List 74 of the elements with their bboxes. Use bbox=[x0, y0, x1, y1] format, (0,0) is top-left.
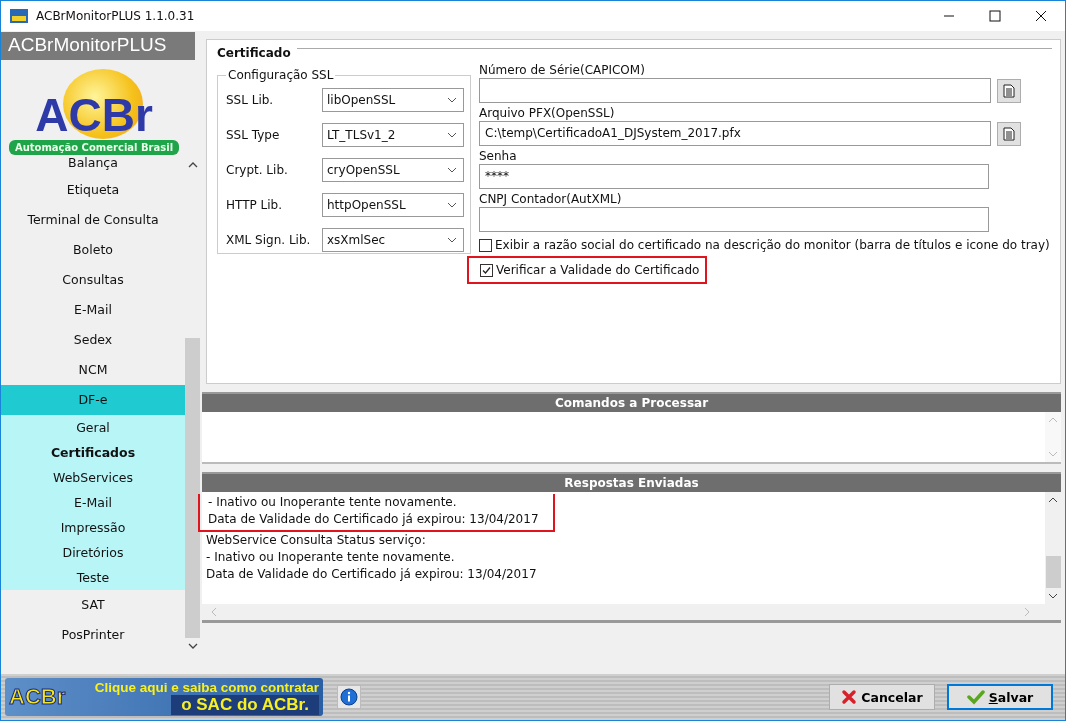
checkbox-label: Verificar a Validade do Certificado bbox=[496, 263, 700, 277]
field-label: HTTP Lib. bbox=[226, 197, 282, 212]
text-field[interactable]: C:\temp\CertificadoA1_DJSystem_2017.pfx bbox=[479, 121, 991, 146]
field-label: SSL Type bbox=[226, 127, 280, 142]
section-title: Certificado bbox=[217, 46, 291, 60]
response-line: - Inativo ou Inoperante tente novamente. bbox=[206, 549, 456, 566]
checkbox[interactable] bbox=[480, 263, 493, 277]
cancel-button[interactable]: Cancelar bbox=[829, 684, 935, 710]
dropdown[interactable]: cryOpenSSL bbox=[322, 157, 464, 182]
field-label: XML Sign. Lib. bbox=[226, 232, 311, 247]
sidebar-item[interactable]: Consultas bbox=[1, 265, 185, 295]
text-field[interactable]: **** bbox=[479, 164, 989, 189]
browse-button[interactable] bbox=[997, 78, 1021, 103]
app-header: ACBrMonitorPLUS bbox=[1, 32, 195, 60]
section-header: Respostas Enviadas bbox=[202, 472, 1061, 492]
sidebar-subitem[interactable]: WebServices bbox=[1, 465, 185, 490]
sidebar-item[interactable]: Terminal de Consulta bbox=[1, 205, 185, 235]
checkbox[interactable] bbox=[479, 238, 492, 252]
sidebar-item[interactable]: NCM bbox=[1, 355, 185, 385]
app-icon bbox=[10, 9, 28, 23]
document-icon bbox=[1003, 126, 1015, 141]
response-line: Data de Validade do Certificado já expirou: 13/04/2017 bbox=[206, 566, 538, 583]
sidebar-item[interactable]: PosPrinter bbox=[1, 620, 185, 650]
field-label: Arquivo PFX(OpenSSL) bbox=[479, 105, 616, 121]
checkbox-label: Exibir a razão social do certificado na descrição do monitor (barra de títulos e icone do tray) bbox=[495, 238, 1050, 252]
chevron-down-icon bbox=[447, 236, 457, 243]
sidebar-item[interactable]: Boleto bbox=[1, 235, 185, 265]
response-line: - Inativo ou Inoperante tente novamente. bbox=[208, 494, 458, 511]
sidebar-item[interactable]: SAT bbox=[1, 590, 185, 620]
field-label: Senha bbox=[479, 148, 518, 164]
save-button[interactable]: Salvar bbox=[947, 684, 1053, 710]
document-icon bbox=[1003, 83, 1015, 98]
maximize-icon[interactable] bbox=[989, 10, 1001, 22]
chevron-up-icon[interactable] bbox=[1048, 496, 1058, 504]
chevron-up-icon[interactable] bbox=[187, 161, 198, 169]
close-icon bbox=[841, 689, 858, 705]
chevron-down-icon bbox=[447, 166, 457, 173]
dropdown[interactable]: httpOpenSSL bbox=[322, 192, 464, 217]
checkmark-icon bbox=[966, 689, 985, 705]
field-label: SSL Lib. bbox=[226, 92, 274, 107]
info-icon bbox=[340, 688, 358, 706]
response-line: Data de Validade do Certificado já expirou: 13/04/2017 bbox=[208, 511, 540, 528]
sidebar-subitem[interactable]: Certificados bbox=[1, 440, 185, 465]
sidebar-item[interactable]: E-Mail bbox=[1, 295, 185, 325]
sidebar-subitem[interactable]: Diretórios bbox=[1, 540, 185, 565]
sac-banner[interactable]: ACBr Clique aqui e saiba como contratar o SAC do ACBr. bbox=[5, 678, 323, 716]
dropdown[interactable]: LT_TLSv1_2 bbox=[322, 122, 464, 147]
chevron-down-icon[interactable] bbox=[187, 642, 198, 650]
field-label: CNPJ Contador(AutXML) bbox=[479, 191, 623, 207]
chevron-down-icon[interactable] bbox=[1048, 592, 1058, 600]
sidebar-item[interactable]: Etiqueta bbox=[1, 175, 185, 205]
close-icon[interactable] bbox=[1035, 10, 1047, 22]
sidebar-item[interactable]: DF-e bbox=[1, 385, 185, 415]
sidebar-subitem[interactable]: E-Mail bbox=[1, 490, 185, 515]
field-label: Crypt. Lib. bbox=[226, 162, 288, 177]
chevron-down-icon bbox=[447, 96, 457, 103]
sidebar-item[interactable]: Sedex bbox=[1, 325, 185, 355]
text-field[interactable] bbox=[479, 207, 989, 232]
section-header: Comandos a Processar bbox=[202, 392, 1061, 412]
window-title: ACBrMonitorPLUS 1.1.0.31 bbox=[36, 9, 195, 23]
sidebar-subitem[interactable]: Geral bbox=[1, 415, 185, 440]
text-field[interactable] bbox=[479, 78, 991, 103]
dropdown[interactable]: xsXmlSec bbox=[322, 227, 464, 252]
sidebar-subitem[interactable]: Teste bbox=[1, 565, 185, 590]
response-line: WebService Consulta Status serviço: bbox=[206, 532, 427, 549]
sidebar-subitem[interactable]: Impressão bbox=[1, 515, 185, 540]
dropdown[interactable]: libOpenSSL bbox=[322, 87, 464, 112]
group-title: Configuração SSL bbox=[227, 68, 335, 82]
field-label: Número de Série(CAPICOM) bbox=[479, 62, 646, 78]
chevron-down-icon bbox=[447, 201, 457, 208]
browse-button[interactable] bbox=[997, 121, 1021, 146]
info-button[interactable] bbox=[337, 685, 361, 709]
chevron-down-icon bbox=[447, 131, 457, 138]
sidebar-item[interactable]: Balança bbox=[1, 155, 185, 175]
